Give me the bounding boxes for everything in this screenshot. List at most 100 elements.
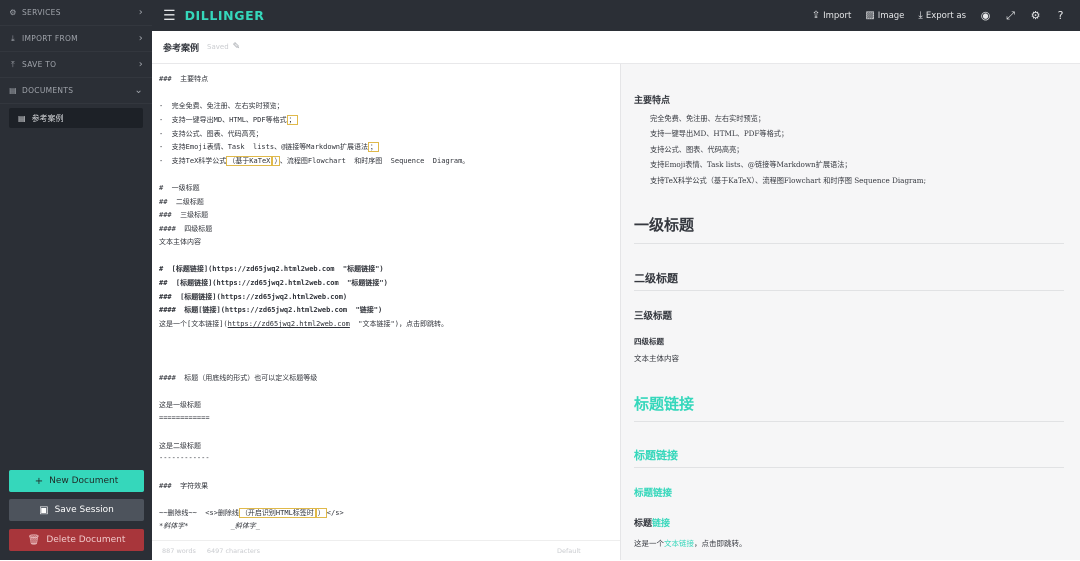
- heading-rule: [634, 467, 1064, 468]
- chevron-right-icon: ›: [138, 59, 143, 70]
- bracket-highlight: （开启识别HTML标签时: [238, 508, 316, 518]
- import-label: Import: [823, 10, 852, 21]
- chevron-down-icon: ⌄: [134, 85, 143, 96]
- editor-line: - 支持Emoji表情、Task lists、@链接等Markdown扩展语法；: [159, 142, 380, 152]
- editor-line: # 一级标题: [159, 184, 200, 192]
- bracket-highlight: （基于KaTeX: [226, 156, 273, 166]
- export-button[interactable]: ⤓ Export as: [918, 10, 966, 21]
- editor-line: - 完全免费、免注册、左右实时预览；: [159, 102, 284, 110]
- sidebar-item-documents[interactable]: ▤ DOCUMENTS ⌄: [0, 78, 152, 104]
- editor-text: 这是一个[文本链接](: [159, 320, 228, 328]
- editor-line: ============: [159, 414, 210, 422]
- sidebar: ⚙ SERVICES › ⤓ IMPORT FROM › ⤒ SAVE TO ›…: [0, 0, 152, 560]
- document-title-bar: 参考案例 Saved ✎: [152, 31, 1080, 64]
- gear-icon: ⚙: [9, 8, 17, 17]
- preview-link-h1[interactable]: 标题链接: [634, 393, 694, 414]
- file-icon: ▤: [18, 113, 26, 123]
- editor-text: - 支持一键导出MD、HTML、PDF等格式: [159, 116, 287, 124]
- preview-list-item: 支持一键导出MD、HTML、PDF等格式；: [650, 129, 789, 138]
- editor-url: https://zd65jwq2.html2web.com: [227, 320, 350, 328]
- upload-icon: ⇪: [811, 10, 821, 21]
- settings-icon[interactable]: ⚙: [1030, 9, 1041, 22]
- heading-link[interactable]: 链接: [652, 519, 670, 529]
- help-icon[interactable]: ?: [1055, 9, 1066, 22]
- fullscreen-icon[interactable]: ⤢: [1005, 9, 1016, 23]
- document-item-label: 参考案例: [31, 113, 64, 123]
- heading-rule: [634, 290, 1064, 291]
- import-button[interactable]: ⇪ Import: [812, 10, 852, 21]
- editor-line: # [标题链接](https://zd65jwq2.html2web.com "…: [159, 265, 384, 273]
- sidebar-item-label: DOCUMENTS: [22, 86, 74, 95]
- editor-line: #### 标题[链接](https://zd65jwq2.html2web.co…: [159, 306, 383, 314]
- preview-h2: 二级标题: [634, 272, 678, 285]
- preview-link-h2[interactable]: 标题链接: [634, 447, 678, 463]
- import-icon: ⤓: [11, 33, 15, 43]
- sidebar-item-import-from[interactable]: ⤓ IMPORT FROM ›: [0, 26, 152, 52]
- bracket-highlight: ；: [286, 115, 298, 125]
- top-navbar: ☰ DILLINGER ⇪ Import ▨ Image ⤓ Export as…: [152, 0, 1080, 31]
- save-icon: ⤒: [11, 59, 15, 69]
- editor-line: ### 三级标题: [159, 211, 209, 219]
- markdown-editor[interactable]: ### 主要特点 - 完全免费、免注册、左右实时预览； - 支持一键导出MD、H…: [152, 64, 620, 540]
- editor-line: - 支持公式、图表、代码高亮；: [159, 130, 263, 138]
- image-label: Image: [877, 10, 905, 21]
- text-link[interactable]: 文本链接: [664, 539, 694, 548]
- editor-text: 、流程图Flowchart 和时序图 Sequence Diagram。: [279, 157, 470, 165]
- heading-rule: [634, 421, 1064, 422]
- preview-list-item: 支持TeX科学公式（基于KaTeX）、流程图Flowchart 和时序图 Seq…: [650, 176, 927, 185]
- editor-line: 这是二级标题: [159, 442, 201, 450]
- preview-pane: 主要特点 完全免费、免注册、左右实时预览； 支持一键导出MD、HTML、PDF等…: [621, 64, 1080, 560]
- delete-document-label: Delete Document: [46, 535, 126, 545]
- new-document-button[interactable]: + New Document: [9, 470, 144, 492]
- preview-heading: 主要特点: [634, 96, 671, 106]
- character-count: 6497 characters: [206, 547, 260, 555]
- editor-line: 文本主体内容: [159, 238, 201, 246]
- editor-line: ~~删除线~~ <s>删除线 （开启识别HTML标签时） </s>: [159, 508, 344, 518]
- eye-icon[interactable]: ◉: [980, 9, 991, 22]
- image-button[interactable]: ▨ Image: [865, 10, 904, 21]
- editor-line: 这是一个[文本链接](https://zd65jwq2.html2web.com…: [159, 319, 448, 329]
- plus-icon: +: [34, 475, 44, 487]
- export-label: Export as: [925, 10, 966, 21]
- paragraph-text: 这是一个: [634, 539, 664, 548]
- editor-line: ### 主要特点: [159, 75, 209, 83]
- sidebar-item-label: SERVICES: [22, 8, 61, 17]
- delete-document-button[interactable]: 🗑 Delete Document: [9, 529, 144, 551]
- menu-icon[interactable]: ☰: [163, 8, 176, 24]
- bracket-highlight: ；: [368, 142, 380, 152]
- editor-line: ## 二级标题: [159, 198, 204, 206]
- trash-icon: 🗑: [27, 534, 41, 546]
- editor-text: ~~删除线~~ <s>删除线: [159, 509, 239, 517]
- editor-line: ## [标题链接](https://zd65jwq2.html2web.com …: [159, 279, 388, 287]
- heading-rule: [634, 243, 1064, 244]
- app-logo: DILLINGER: [184, 8, 265, 23]
- bracket-highlight: ）: [272, 156, 280, 166]
- save-session-button[interactable]: ▣ Save Session: [9, 499, 144, 521]
- editor-text: - 支持TeX科学公式: [159, 157, 227, 165]
- save-session-label: Save Session: [54, 505, 114, 515]
- chevron-right-icon: ›: [138, 7, 143, 18]
- preview-body-text: 文本主体内容: [634, 354, 679, 363]
- sidebar-item-save-to[interactable]: ⤒ SAVE TO ›: [0, 52, 152, 78]
- bracket-highlight: ）: [315, 508, 327, 518]
- floppy-icon: ▣: [39, 504, 49, 516]
- editor-line: ### 字符效果: [159, 482, 209, 490]
- editor-status-bar: 887 words 6497 characters Default: [152, 540, 620, 561]
- editor-text: - 支持Emoji表情、Task lists、@链接等Markdown扩展语法: [159, 143, 369, 151]
- editor-line: - 支持一键导出MD、HTML、PDF等格式；: [159, 115, 298, 125]
- image-icon: ▨: [865, 10, 875, 21]
- preview-h4: 四级标题: [634, 337, 664, 346]
- sidebar-item-services[interactable]: ⚙ SERVICES ›: [0, 0, 152, 26]
- document-item[interactable]: ▤ 参考案例: [9, 108, 143, 128]
- editor-line: *斜体字* _斜体字_: [159, 522, 261, 530]
- document-title[interactable]: 参考案例: [163, 41, 199, 54]
- preview-list-item: 支持公式、图表、代码高亮；: [650, 145, 744, 154]
- editor-line: ### [标题链接](https://zd65jwq2.html2web.com…: [159, 293, 348, 301]
- editor-line: 这是一级标题: [159, 401, 201, 409]
- editor-line: #### 标题（用底线的形式）也可以定义标题等级: [159, 374, 318, 382]
- editor-mode: Default: [556, 547, 581, 555]
- preview-link-h3[interactable]: 标题链接: [634, 485, 672, 499]
- pencil-icon[interactable]: ✎: [233, 42, 241, 52]
- saved-status: Saved: [207, 43, 229, 51]
- word-count: 887 words: [162, 547, 196, 555]
